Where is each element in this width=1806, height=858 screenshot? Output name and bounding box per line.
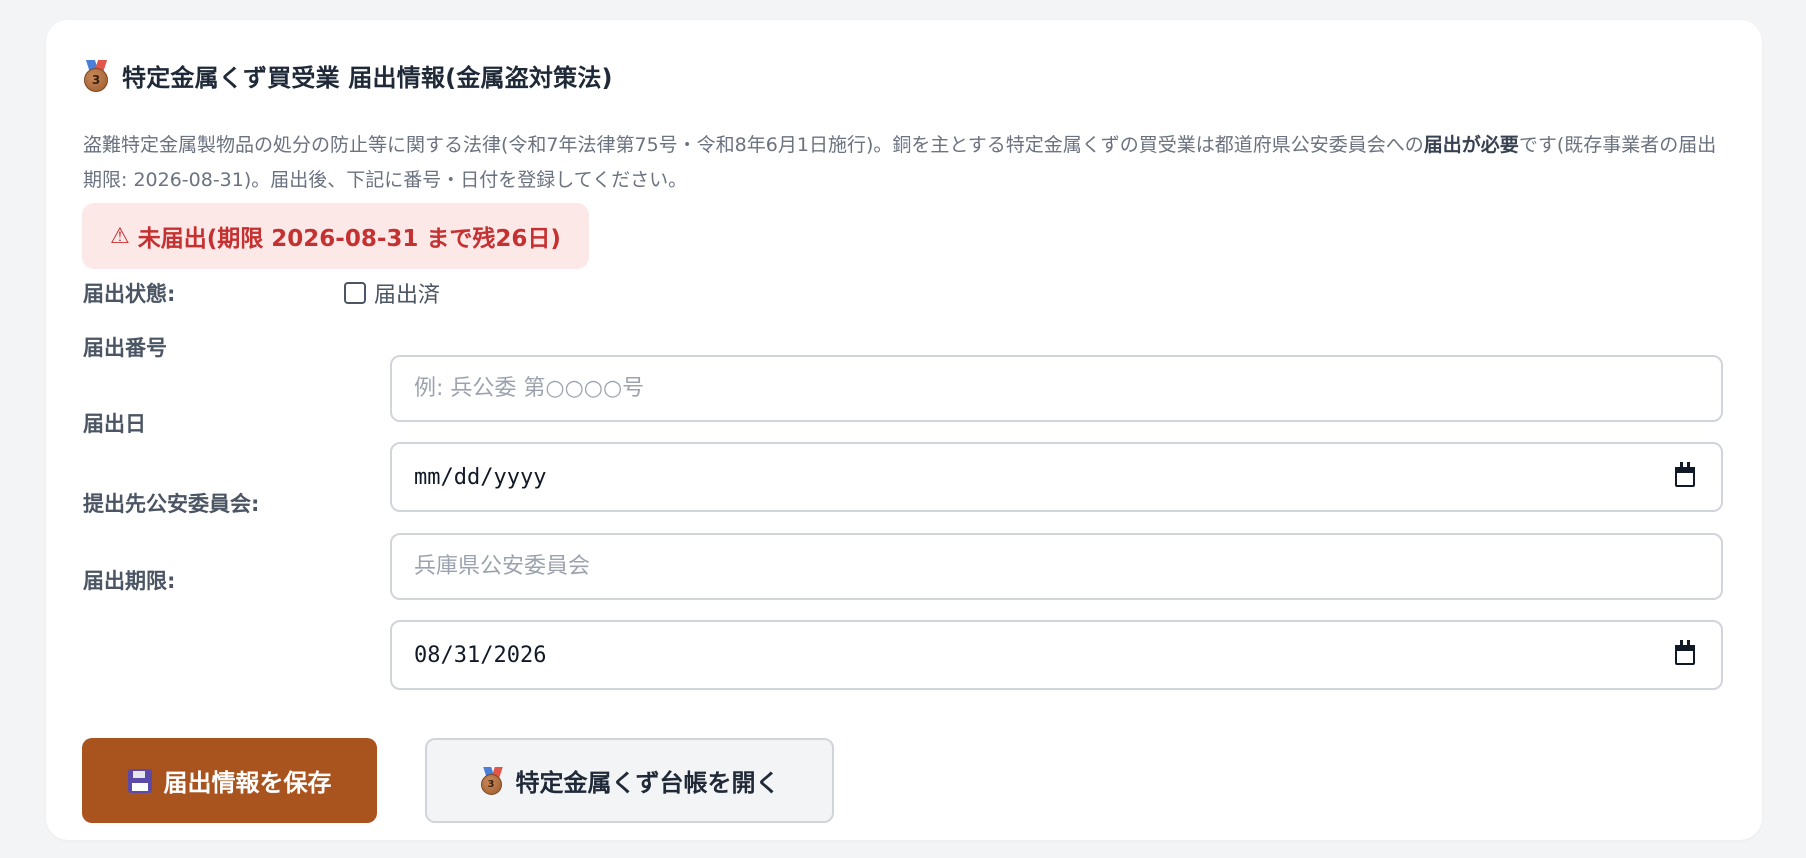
filed-checkbox-label: 届出済 xyxy=(374,283,441,308)
save-button-label: 届出情報を保存 xyxy=(163,769,332,797)
floppy-disk-icon xyxy=(127,768,152,793)
status-alert: ⚠ 未届出(期限 2026-08-31 まで残26日) xyxy=(82,203,589,269)
save-notification-button[interactable]: 届出情報を保存 xyxy=(82,738,377,823)
warning-icon: ⚠ xyxy=(110,223,130,249)
alert-text: 未届出(期限 2026-08-31 まで残26日) xyxy=(137,226,561,252)
status-label: 届出状態: xyxy=(83,282,176,306)
committee-label: 提出先公安委員会: xyxy=(83,492,260,516)
bronze-medal-icon: 3 xyxy=(83,60,110,92)
deadline-date-field[interactable]: 08/31/2026 xyxy=(390,620,1723,690)
deadline-date-value: 08/31/2026 xyxy=(414,642,547,668)
required-emphasis: 届出が必要 xyxy=(1423,134,1519,156)
filed-checkbox[interactable] xyxy=(344,282,366,304)
open-ledger-button[interactable]: 3 特定金属くず台帳を開く xyxy=(425,738,834,823)
calendar-icon[interactable] xyxy=(1675,640,1695,665)
bronze-medal-icon: 3 xyxy=(480,767,504,795)
card-title: 特定金属くず買受業 届出情報(金属盗対策法) xyxy=(122,64,613,92)
notification-date-field[interactable]: mm/dd/yyyy xyxy=(390,442,1723,512)
filed-checkbox-row[interactable]: 届出済 xyxy=(344,277,440,309)
date-label: 届出日 xyxy=(83,412,146,436)
committee-input[interactable] xyxy=(414,554,1699,579)
number-label: 届出番号 xyxy=(83,336,167,360)
notification-card: 3 特定金属くず買受業 届出情報(金属盗対策法) 盗難特定金属製物品の処分の防止… xyxy=(46,20,1762,840)
law-description: 盗難特定金属製物品の処分の防止等に関する法律(令和7年法律第75号・令和8年6月… xyxy=(83,134,1717,191)
notification-number-input[interactable] xyxy=(414,376,1699,401)
committee-field[interactable] xyxy=(390,533,1723,600)
deadline-label: 届出期限: xyxy=(83,569,176,593)
notification-number-field[interactable] xyxy=(390,355,1723,422)
calendar-icon[interactable] xyxy=(1675,462,1695,487)
ledger-button-label: 特定金属くず台帳を開く xyxy=(515,769,780,797)
card-header: 3 特定金属くず買受業 届出情報(金属盗対策法) xyxy=(83,58,613,93)
notification-date-value: mm/dd/yyyy xyxy=(414,464,547,490)
